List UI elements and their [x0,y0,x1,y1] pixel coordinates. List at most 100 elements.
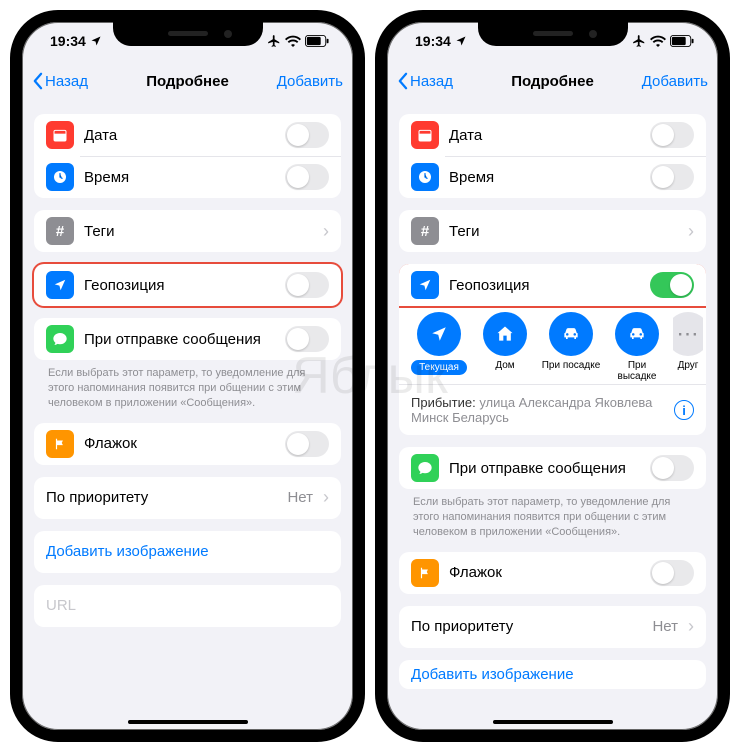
camera [224,30,232,38]
location-option-label: При посадке [542,360,601,371]
row-label: Флажок [84,435,275,452]
row-url[interactable]: URL [34,585,341,627]
location-option-getting-out[interactable]: При высадке [607,312,667,382]
content-right[interactable]: Дата Время # Теги › [387,102,718,730]
camera [589,30,597,38]
battery-icon [670,35,694,47]
row-time[interactable]: Время [399,156,706,198]
priority-value: Нет [652,618,678,635]
toggle-date[interactable] [285,122,329,148]
row-label: При отправке сообщения [84,331,275,348]
add-button[interactable]: Добавить [628,73,708,90]
status-time: 19:34 [50,33,86,49]
clock-icon [46,163,74,191]
toggle-time[interactable] [650,164,694,190]
airplane-icon [267,34,281,48]
group-add-image: Добавить изображение [399,660,706,689]
content-left[interactable]: Дата Время # Теги › [22,102,353,730]
messaging-footer: Если выбрать этот параметр, то уведомлен… [399,489,706,540]
home-indicator[interactable] [128,720,248,724]
group-flag: Флажок [399,552,706,594]
toggle-date[interactable] [650,122,694,148]
row-label: Теги [84,223,313,240]
speaker [168,31,208,36]
row-messaging[interactable]: При отправке сообщения [399,447,706,489]
location-option-other[interactable]: ⋯ Друг [673,312,703,371]
location-option-getting-in[interactable]: При посадке [541,312,601,371]
arrow-icon [417,312,461,356]
group-url: URL [34,585,341,627]
group-tags: # Теги › [34,210,341,252]
group-location-expanded: Геопозиция Текущая Дом [399,264,706,435]
location-option-label: При высадке [607,360,667,382]
row-label: Флажок [449,564,640,581]
back-button[interactable]: Назад [32,72,112,90]
ellipsis-icon: ⋯ [673,312,703,356]
clock-icon [411,163,439,191]
row-date[interactable]: Дата [399,114,706,156]
row-flag[interactable]: Флажок [34,423,341,465]
location-option-current[interactable]: Текущая [409,312,469,375]
row-label: Время [84,169,275,186]
row-tags[interactable]: # Теги › [399,210,706,252]
row-date[interactable]: Дата [34,114,341,156]
hash-icon: # [411,217,439,245]
wifi-icon [285,35,301,47]
row-priority[interactable]: По приоритету Нет › [34,477,341,519]
location-option-label: Дом [495,360,514,371]
toggle-messaging[interactable] [285,326,329,352]
home-indicator[interactable] [493,720,613,724]
row-label: Время [449,169,640,186]
row-messaging[interactable]: При отправке сообщения [34,318,341,360]
row-location[interactable]: Геопозиция [399,264,706,306]
group-datetime: Дата Время [399,114,706,198]
add-image-link: Добавить изображение [46,543,209,560]
phone-left: 19:34 Назад Подробнее Добавить Дата [10,10,365,742]
nav-bar: Назад Подробнее Добавить [387,60,718,102]
message-icon [46,325,74,353]
battery-icon [305,35,329,47]
add-button[interactable]: Добавить [263,73,343,90]
row-add-image[interactable]: Добавить изображение [399,660,706,689]
toggle-time[interactable] [285,164,329,190]
row-label: Геопозиция [84,277,275,294]
row-add-image[interactable]: Добавить изображение [34,531,341,573]
row-location[interactable]: Геопозиция [34,264,341,306]
location-option-home[interactable]: Дом [475,312,535,371]
chevron-right-icon: › [323,221,329,242]
calendar-icon [46,121,74,149]
toggle-messaging[interactable] [650,455,694,481]
row-label: Дата [84,127,275,144]
group-priority: По приоритету Нет › [399,606,706,648]
location-option-label: Текущая [411,360,467,375]
back-button[interactable]: Назад [397,72,477,90]
toggle-flag[interactable] [650,560,694,586]
info-icon[interactable]: i [674,400,694,420]
row-tags[interactable]: # Теги › [34,210,341,252]
url-placeholder: URL [46,597,76,614]
messaging-footer: Если выбрать этот параметр, то уведомлен… [34,360,341,411]
car-icon [615,312,659,356]
row-priority[interactable]: По приоритету Нет › [399,606,706,648]
arrival-row[interactable]: Прибытие: улица Александра Яковлева Минс… [399,384,706,435]
priority-value: Нет [287,489,313,506]
group-tags: # Теги › [399,210,706,252]
chevron-left-icon [397,72,408,90]
toggle-location-on[interactable] [650,272,694,298]
location-icon [46,271,74,299]
hash-icon: # [46,217,74,245]
row-time[interactable]: Время [34,156,341,198]
toggle-location[interactable] [285,272,329,298]
row-label: Геопозиция [449,277,640,294]
calendar-icon [411,121,439,149]
group-flag: Флажок [34,423,341,465]
group-location-highlight: Геопозиция [34,264,341,306]
speaker [533,31,573,36]
row-label: Дата [449,127,640,144]
row-label: По приоритету [411,618,642,635]
add-image-link: Добавить изображение [411,666,574,683]
location-options-scroll[interactable]: Текущая Дом При посадке [399,306,706,384]
row-label: При отправке сообщения [449,460,640,477]
row-flag[interactable]: Флажок [399,552,706,594]
toggle-flag[interactable] [285,431,329,457]
